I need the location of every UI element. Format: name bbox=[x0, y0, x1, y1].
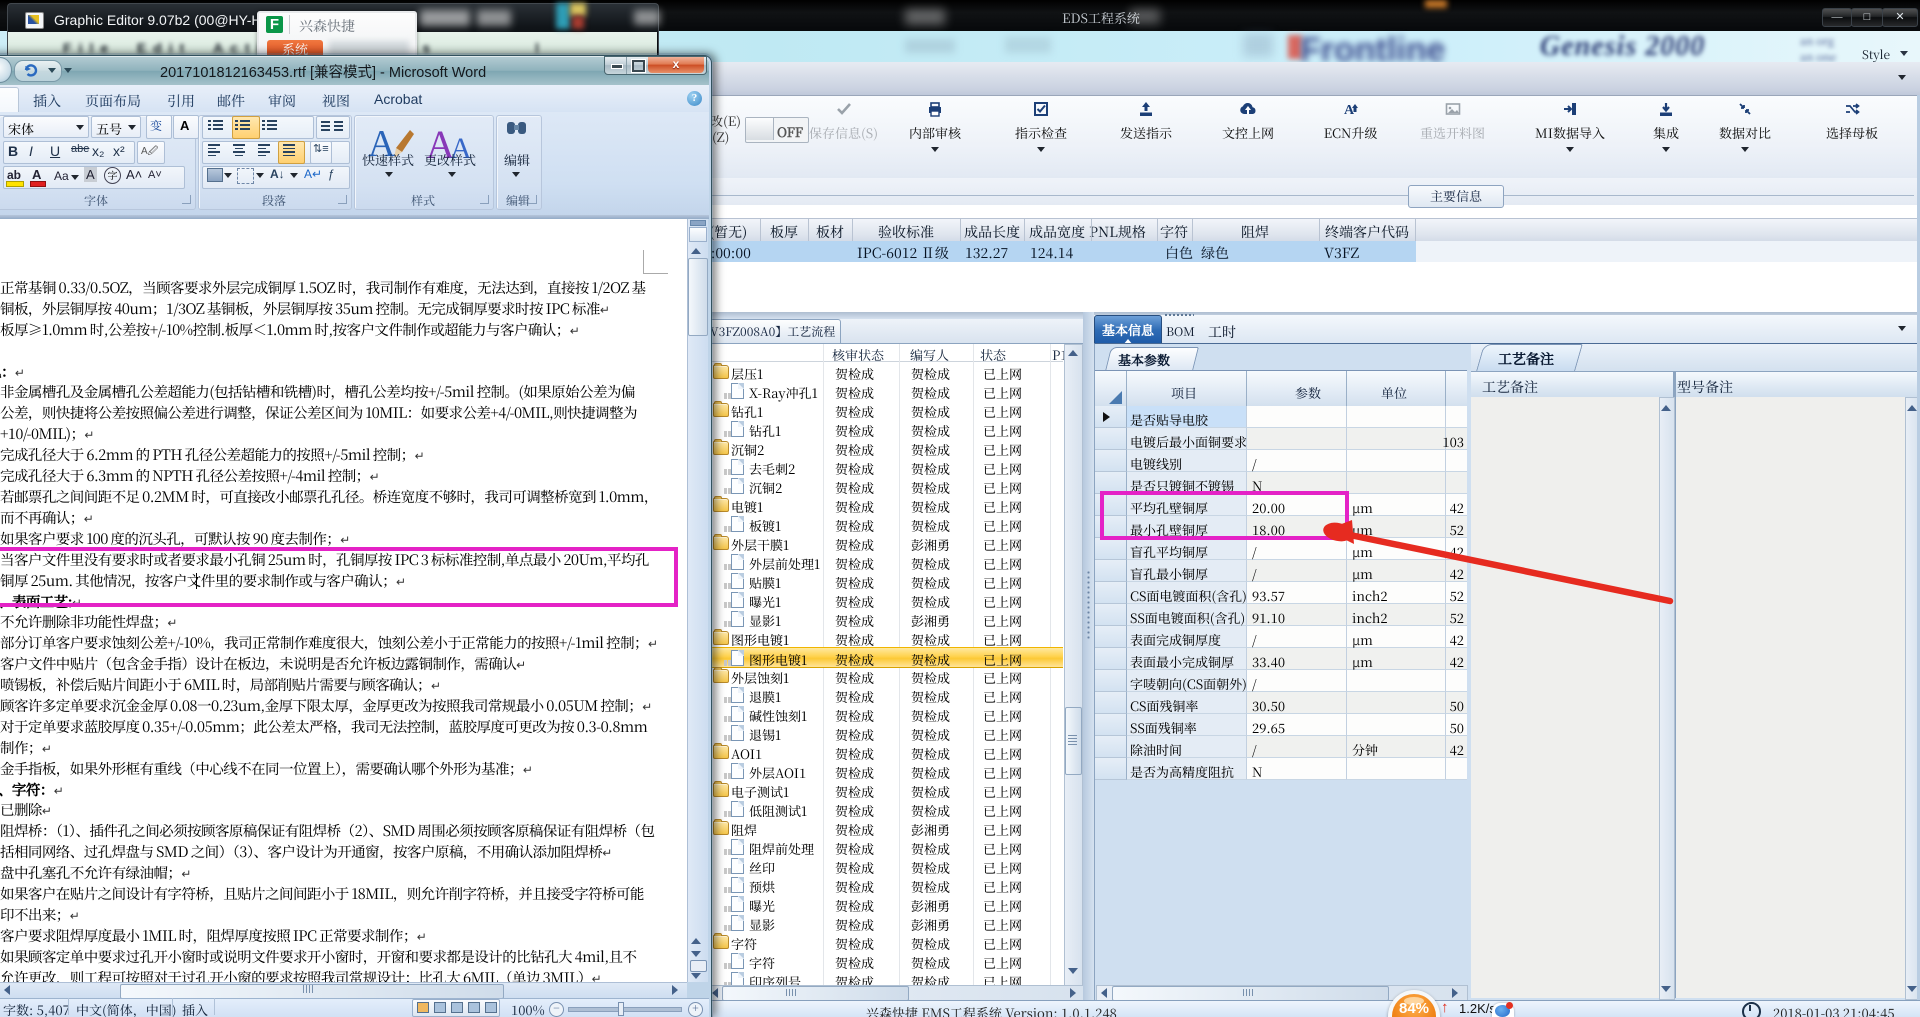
svg-text:A: A bbox=[1344, 103, 1355, 118]
